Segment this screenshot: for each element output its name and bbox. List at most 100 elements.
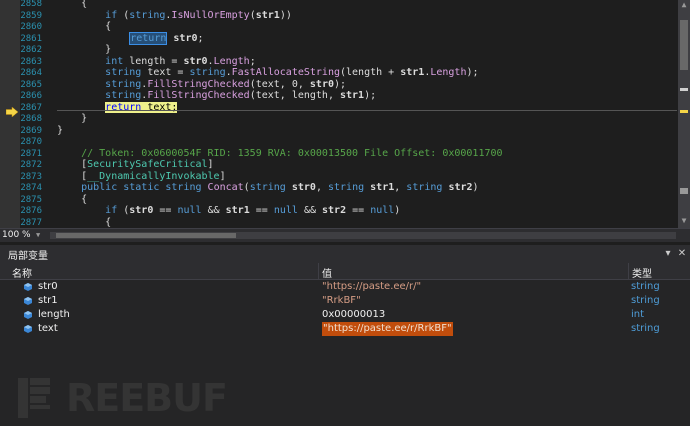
code-line[interactable]: 2875 {: [0, 194, 678, 206]
line-number: 2859: [20, 10, 42, 21]
code-text[interactable]: [SecuritySafeCritical]: [57, 159, 213, 171]
variable-value[interactable]: 0x00000013: [322, 308, 385, 322]
code-text[interactable]: {: [57, 217, 111, 229]
variable-cube-icon: [24, 297, 32, 305]
horizontal-scrollbar-thumb[interactable]: [56, 233, 236, 238]
line-number: 2874: [20, 183, 42, 193]
variable-value[interactable]: "https://paste.ee/r/": [322, 280, 421, 294]
line-number: 2872: [20, 160, 42, 170]
code-line[interactable]: 2863 int length = str0.Length;: [0, 56, 678, 68]
code-text[interactable]: return text;: [57, 101, 178, 114]
variable-type: string: [631, 295, 660, 306]
code-text[interactable]: {: [57, 0, 87, 10]
code-editor[interactable]: 2858 {2859 if (string.IsNullOrEmpty(str1…: [0, 0, 690, 228]
line-number: 2858: [20, 0, 42, 9]
column-header-name[interactable]: 名称: [12, 265, 32, 280]
line-number: 2862: [20, 45, 42, 55]
code-text[interactable]: // Token: 0x0600054F RID: 1359 RVA: 0x00…: [57, 148, 502, 160]
variable-value[interactable]: "https://paste.ee/r/RrkBF": [322, 322, 453, 336]
code-text[interactable]: }: [57, 113, 87, 125]
column-header-value[interactable]: 值: [322, 265, 332, 280]
line-number: 2868: [20, 114, 42, 124]
code-text[interactable]: public static string Concat(string str0,…: [57, 182, 478, 194]
vertical-scrollbar[interactable]: ▲ ▼: [678, 0, 690, 228]
close-icon[interactable]: ✕: [676, 246, 688, 262]
scroll-marker-current: [680, 110, 688, 113]
variable-name: length: [38, 309, 70, 320]
code-line[interactable]: 2874 public static string Concat(string …: [0, 182, 678, 194]
horizontal-scrollbar[interactable]: [50, 232, 676, 239]
variable-name: str1: [38, 295, 58, 306]
code-line[interactable]: 2862 }: [0, 44, 678, 56]
code-line[interactable]: 2859 if (string.IsNullOrEmpty(str1)): [0, 10, 678, 22]
code-line[interactable]: 2867 return text;: [0, 101, 678, 114]
variable-type: int: [631, 309, 645, 320]
freebuf-logo-mark-icon: [18, 378, 50, 418]
watermark-logo: REEBUF: [18, 376, 228, 422]
code-line[interactable]: 2877 {: [0, 217, 678, 229]
variable-name: text: [38, 323, 58, 334]
line-number: 2860: [20, 22, 42, 32]
line-number: 2877: [20, 217, 42, 228]
code-text[interactable]: }: [57, 125, 63, 137]
code-text[interactable]: [__DynamicallyInvokable]: [57, 171, 226, 183]
zoom-dropdown-icon[interactable]: ▼: [36, 229, 40, 242]
code-line[interactable]: 2865 string.FillStringChecked(text, 0, s…: [0, 79, 678, 91]
column-divider[interactable]: [628, 263, 629, 279]
line-number: 2866: [20, 91, 42, 101]
code-line[interactable]: 2873 [__DynamicallyInvokable]: [0, 171, 678, 183]
local-variable-row[interactable]: length 0x00000013 int: [0, 308, 690, 322]
line-number: 2869: [20, 125, 42, 136]
current-line-guide: [57, 110, 677, 111]
line-number: 2867: [20, 102, 42, 113]
line-number: 2865: [20, 79, 42, 90]
code-text[interactable]: if (string.IsNullOrEmpty(str1)): [57, 10, 292, 22]
code-text[interactable]: if (str0 == null && str1 == null && str2…: [57, 205, 400, 217]
column-header-type[interactable]: 类型: [632, 265, 652, 280]
column-divider[interactable]: [318, 263, 319, 279]
scroll-marker: [680, 188, 688, 194]
dropdown-icon[interactable]: ▾: [662, 246, 674, 262]
code-text[interactable]: string text = string.FastAllocateString(…: [57, 67, 478, 79]
code-line[interactable]: 2861 return str0;: [0, 31, 678, 45]
local-variable-row[interactable]: str1 "RrkBF" string: [0, 294, 690, 308]
code-line[interactable]: 2871 // Token: 0x0600054F RID: 1359 RVA:…: [0, 148, 678, 160]
variable-cube-icon: [24, 325, 32, 333]
variable-type: string: [631, 281, 660, 292]
code-text[interactable]: }: [57, 44, 111, 56]
editor-status-bar: 100 % ▼: [0, 228, 690, 242]
scroll-down-arrow-icon[interactable]: ▼: [679, 216, 689, 226]
code-text[interactable]: string.FillStringChecked(text, length, s…: [57, 90, 376, 102]
code-line[interactable]: 2872 [SecuritySafeCritical]: [0, 159, 678, 171]
locals-panel-title: 局部变量: [8, 251, 48, 262]
scrollbar-thumb[interactable]: [680, 20, 688, 70]
line-number: 2875: [20, 194, 42, 205]
code-line[interactable]: 2868 }: [0, 113, 678, 125]
code-line[interactable]: 2866 string.FillStringChecked(text, leng…: [0, 90, 678, 102]
code-line[interactable]: 2858 {: [0, 0, 678, 10]
local-variable-row[interactable]: text "https://paste.ee/r/RrkBF" string: [0, 322, 690, 336]
line-number: 2863: [20, 56, 42, 67]
line-number: 2864: [20, 68, 42, 78]
code-text[interactable]: int length = str0.Length;: [57, 56, 256, 68]
line-number: 2876: [20, 206, 42, 216]
watermark-text: REEBUF: [66, 376, 228, 420]
scroll-up-arrow-icon[interactable]: ▲: [679, 0, 689, 10]
zoom-level[interactable]: 100 %: [2, 229, 34, 242]
line-number: 2871: [20, 148, 42, 159]
code-line[interactable]: 2864 string text = string.FastAllocateSt…: [0, 67, 678, 79]
code-line[interactable]: 2869}: [0, 125, 678, 137]
code-text[interactable]: {: [57, 21, 111, 33]
local-variable-row[interactable]: str0 "https://paste.ee/r/" string: [0, 280, 690, 294]
scroll-marker: [680, 88, 688, 91]
code-text[interactable]: string.FillStringChecked(text, 0, str0);: [57, 79, 346, 91]
code-line[interactable]: 2870: [0, 136, 678, 148]
locals-column-header: 名称 值 类型: [0, 263, 690, 280]
code-text[interactable]: {: [57, 194, 87, 206]
code-line[interactable]: 2876 if (str0 == null && str1 == null &&…: [0, 205, 678, 217]
line-number: 2873: [20, 171, 42, 182]
line-number: 2861: [20, 33, 42, 44]
code-text[interactable]: return str0;: [57, 31, 204, 45]
code-line[interactable]: 2860 {: [0, 21, 678, 33]
variable-value[interactable]: "RrkBF": [322, 294, 361, 308]
